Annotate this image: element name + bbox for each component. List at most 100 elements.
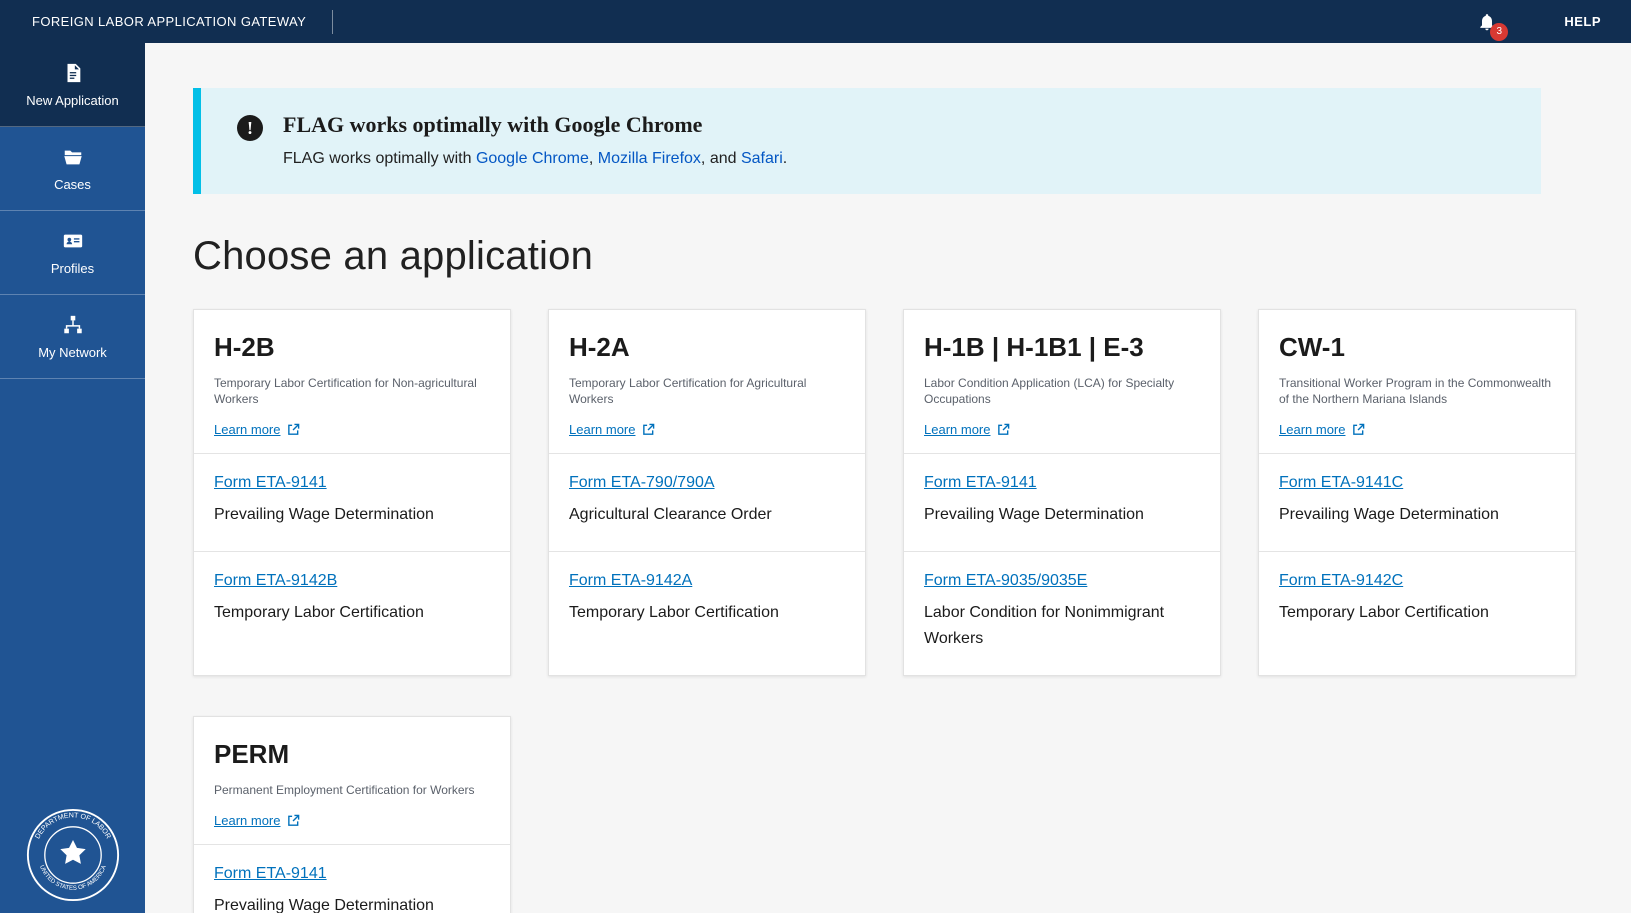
form-description: Temporary Labor Certification: [214, 600, 490, 626]
form-description: Agricultural Clearance Order: [569, 502, 845, 528]
form-description: Prevailing Wage Determination: [924, 502, 1200, 528]
app-title[interactable]: FOREIGN LABOR APPLICATION GATEWAY: [32, 14, 306, 29]
form-description: Prevailing Wage Determination: [214, 502, 490, 528]
banner-body-prefix: FLAG works optimally with: [283, 150, 476, 167]
card-title: H-1B | H-1B1 | E-3: [924, 332, 1200, 363]
card-title: H-2B: [214, 332, 490, 363]
sidebar-item-label: New Application: [26, 93, 119, 108]
sidebar-item-label: My Network: [38, 345, 107, 360]
application-card-cw1: CW-1 Transitional Worker Program in the …: [1258, 309, 1576, 676]
form-row: Form ETA-9141 Prevailing Wage Determinat…: [194, 453, 510, 550]
card-description: Transitional Worker Program in the Commo…: [1279, 375, 1555, 407]
learn-more-link[interactable]: Learn more: [1279, 422, 1365, 437]
help-link[interactable]: HELP: [1564, 14, 1601, 29]
topbar-divider: [332, 10, 333, 34]
google-chrome-link[interactable]: Google Chrome: [476, 150, 589, 167]
card-description: Temporary Labor Certification for Non-ag…: [214, 375, 490, 407]
learn-more-label: Learn more: [214, 422, 280, 437]
card-description: Temporary Labor Certification for Agricu…: [569, 375, 845, 407]
external-link-icon: [997, 423, 1010, 436]
form-description: Prevailing Wage Determination: [214, 893, 490, 913]
seal-emblem: [60, 840, 85, 864]
notification-badge: 3: [1490, 23, 1508, 41]
body-row: New Application Cases Profiles: [0, 43, 1631, 913]
main-content: ! FLAG works optimally with Google Chrom…: [145, 43, 1631, 913]
sidebar-item-label: Profiles: [51, 261, 94, 276]
learn-more-link[interactable]: Learn more: [569, 422, 655, 437]
sidebar: New Application Cases Profiles: [0, 43, 145, 913]
folder-icon: [62, 146, 84, 168]
form-link[interactable]: Form ETA-9035/9035E: [924, 572, 1087, 590]
dol-seal: DEPARTMENT OF LABOR UNITED STATES OF AME…: [26, 808, 120, 907]
card-title: CW-1: [1279, 332, 1555, 363]
document-icon: [62, 62, 84, 84]
learn-more-label: Learn more: [569, 422, 635, 437]
learn-more-link[interactable]: Learn more: [924, 422, 1010, 437]
external-link-icon: [287, 814, 300, 827]
learn-more-label: Learn more: [924, 422, 990, 437]
learn-more-label: Learn more: [214, 813, 280, 828]
card-head: H-2B Temporary Labor Certification for N…: [194, 310, 510, 453]
form-row: Form ETA-9141 Prevailing Wage Determinat…: [904, 453, 1220, 550]
sidebar-item-label: Cases: [54, 177, 91, 192]
form-row: Form ETA-9142C Temporary Labor Certifica…: [1259, 551, 1575, 648]
form-description: Labor Condition for Nonimmigrant Workers: [924, 600, 1200, 653]
form-row: Form ETA-9141 Prevailing Wage Determinat…: [194, 844, 510, 913]
card-head: H-1B | H-1B1 | E-3 Labor Condition Appli…: [904, 310, 1220, 453]
notifications-button[interactable]: 3: [1474, 9, 1500, 35]
application-card-h1b: H-1B | H-1B1 | E-3 Labor Condition Appli…: [903, 309, 1221, 676]
form-link[interactable]: Form ETA-9142A: [569, 572, 692, 590]
learn-more-label: Learn more: [1279, 422, 1345, 437]
form-link[interactable]: Form ETA-9141: [924, 474, 1037, 492]
card-title: PERM: [214, 739, 490, 770]
application-card-perm: PERM Permanent Employment Certification …: [193, 716, 511, 913]
banner-title: FLAG works optimally with Google Chrome: [283, 112, 787, 138]
form-link[interactable]: Form ETA-9141: [214, 474, 327, 492]
external-link-icon: [1352, 423, 1365, 436]
banner-body: FLAG works optimally with Google Chrome,…: [283, 150, 787, 168]
card-head: CW-1 Transitional Worker Program in the …: [1259, 310, 1575, 453]
form-row: Form ETA-790/790A Agricultural Clearance…: [549, 453, 865, 550]
sidebar-item-new-application[interactable]: New Application: [0, 43, 145, 127]
mozilla-firefox-link[interactable]: Mozilla Firefox: [598, 150, 701, 167]
form-row: Form ETA-9142B Temporary Labor Certifica…: [194, 551, 510, 648]
form-link[interactable]: Form ETA-9141C: [1279, 474, 1403, 492]
application-card-h2b: H-2B Temporary Labor Certification for N…: [193, 309, 511, 676]
browser-info-banner: ! FLAG works optimally with Google Chrom…: [193, 88, 1541, 194]
form-link[interactable]: Form ETA-9141: [214, 865, 327, 883]
app-window: FOREIGN LABOR APPLICATION GATEWAY 3 HELP: [0, 0, 1631, 913]
banner-text: FLAG works optimally with Google Chrome …: [283, 112, 787, 168]
form-link[interactable]: Form ETA-790/790A: [569, 474, 715, 492]
form-row: Form ETA-9035/9035E Labor Condition for …: [904, 551, 1220, 675]
form-link[interactable]: Form ETA-9142B: [214, 572, 337, 590]
topbar: FOREIGN LABOR APPLICATION GATEWAY 3 HELP: [0, 0, 1631, 43]
learn-more-link[interactable]: Learn more: [214, 813, 300, 828]
application-card-h2a: H-2A Temporary Labor Certification for A…: [548, 309, 866, 676]
info-exclamation-icon: !: [237, 115, 263, 141]
page-title: Choose an application: [193, 234, 1631, 279]
id-card-icon: [62, 230, 84, 252]
form-description: Temporary Labor Certification: [569, 600, 845, 626]
safari-link[interactable]: Safari: [741, 150, 783, 167]
card-head: PERM Permanent Employment Certification …: [194, 717, 510, 844]
external-link-icon: [642, 423, 655, 436]
sidebar-item-cases[interactable]: Cases: [0, 127, 145, 211]
banner-separator: ,: [589, 150, 598, 167]
form-description: Prevailing Wage Determination: [1279, 502, 1555, 528]
form-row: Form ETA-9141C Prevailing Wage Determina…: [1259, 453, 1575, 550]
banner-body-suffix: .: [783, 150, 787, 167]
external-link-icon: [287, 423, 300, 436]
form-row: Form ETA-9142A Temporary Labor Certifica…: [549, 551, 865, 648]
learn-more-link[interactable]: Learn more: [214, 422, 300, 437]
card-head: H-2A Temporary Labor Certification for A…: [549, 310, 865, 453]
card-title: H-2A: [569, 332, 845, 363]
banner-separator: , and: [701, 150, 741, 167]
card-description: Permanent Employment Certification for W…: [214, 782, 490, 798]
cards-grid: H-2B Temporary Labor Certification for N…: [193, 309, 1576, 913]
sidebar-item-my-network[interactable]: My Network: [0, 295, 145, 379]
form-description: Temporary Labor Certification: [1279, 600, 1555, 626]
card-description: Labor Condition Application (LCA) for Sp…: [924, 375, 1200, 407]
network-icon: [62, 314, 84, 336]
form-link[interactable]: Form ETA-9142C: [1279, 572, 1403, 590]
sidebar-item-profiles[interactable]: Profiles: [0, 211, 145, 295]
